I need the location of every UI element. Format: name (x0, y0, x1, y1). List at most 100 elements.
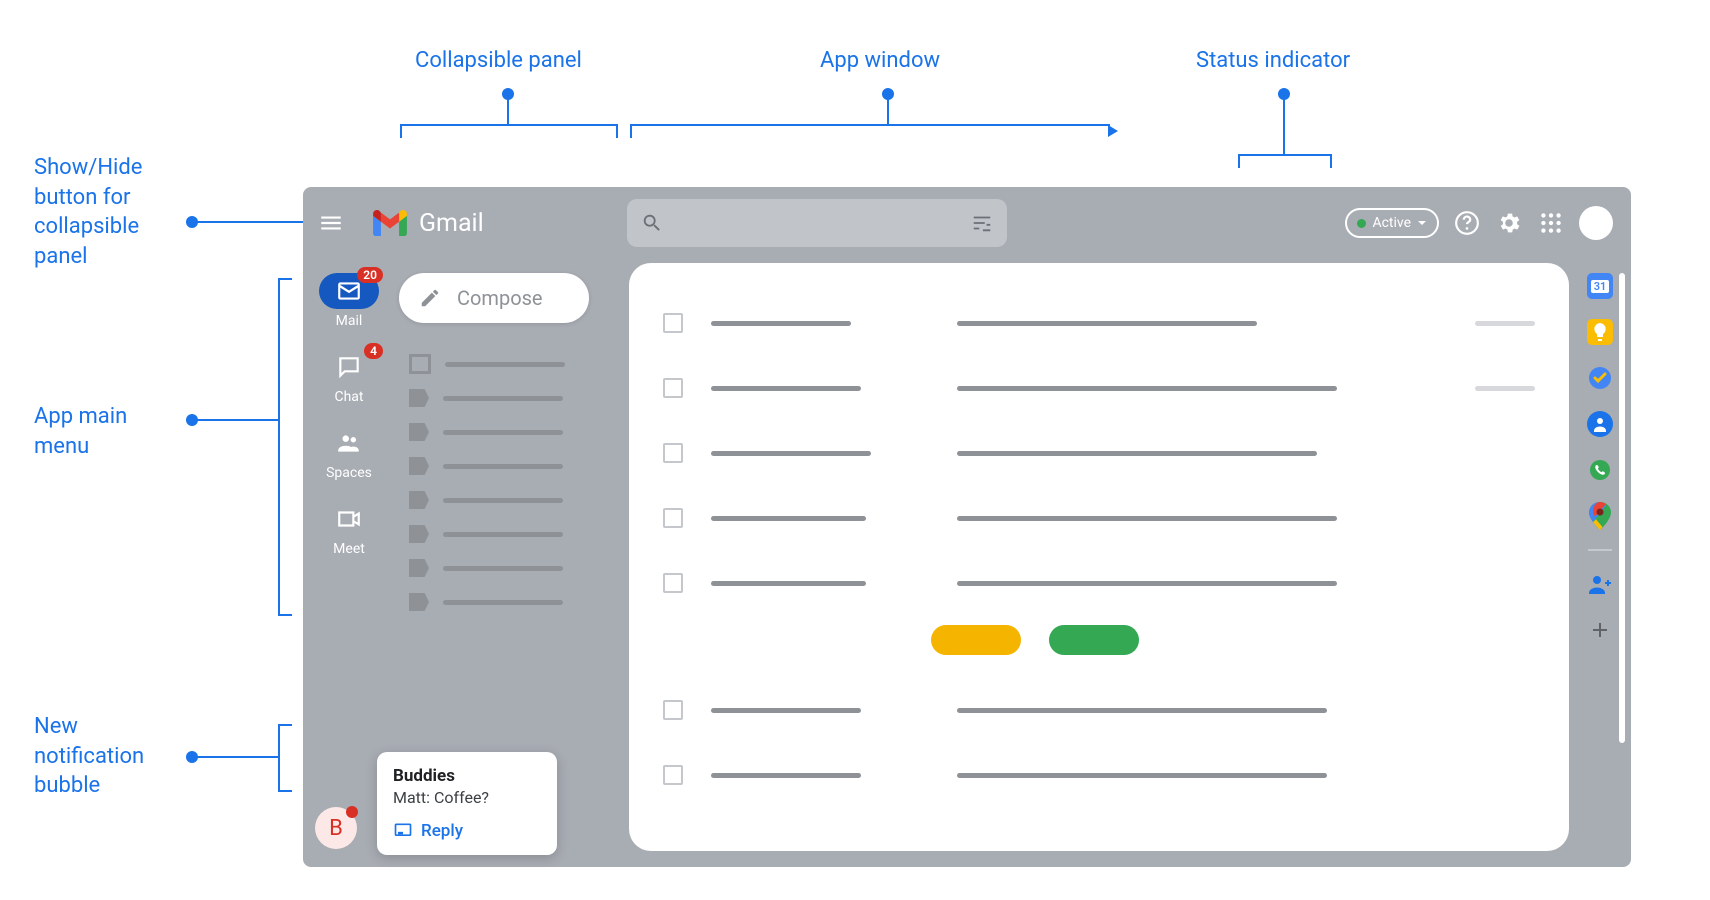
side-app-calendar[interactable]: 31 (1587, 273, 1613, 299)
checkbox[interactable] (663, 765, 683, 785)
checkbox[interactable] (663, 378, 683, 398)
side-app-keep[interactable] (1587, 319, 1613, 345)
app-header: Gmail Active (303, 187, 1631, 259)
folder-item[interactable] (399, 415, 617, 449)
callout-app-window: App window (820, 46, 940, 76)
menu-toggle-button[interactable] (303, 187, 359, 259)
side-app-add-person[interactable] (1587, 571, 1613, 597)
checkbox[interactable] (663, 443, 683, 463)
scrollbar[interactable] (1619, 273, 1625, 743)
side-app-tasks[interactable] (1587, 365, 1613, 391)
message-list (629, 263, 1569, 851)
settings-button[interactable] (1495, 209, 1523, 237)
label-icon (409, 525, 429, 543)
apps-grid-icon (1538, 210, 1564, 236)
chevron-down-icon (1417, 218, 1427, 228)
person-add-icon (1587, 574, 1613, 594)
keep-icon (1593, 323, 1607, 341)
gear-icon (1496, 210, 1522, 236)
mail-row[interactable] (663, 551, 1535, 678)
folder-item[interactable] (399, 585, 617, 619)
inbox-icon (409, 354, 431, 374)
nav-chat[interactable]: 4 Chat (319, 349, 379, 405)
status-dot-icon (1357, 219, 1366, 228)
notification-title: Buddies (393, 766, 541, 786)
side-app-maps[interactable] (1587, 503, 1613, 529)
tune-icon[interactable] (971, 212, 993, 234)
plus-icon (1590, 620, 1610, 640)
category-chip-yellow[interactable] (931, 625, 1021, 655)
label-icon (409, 423, 429, 441)
search-icon (641, 212, 663, 234)
apps-button[interactable] (1537, 209, 1565, 237)
side-app-voice[interactable] (1587, 457, 1613, 483)
person-icon (1592, 416, 1608, 432)
gmail-logo-icon (373, 210, 407, 236)
notification-dot-icon (346, 806, 358, 818)
callout-show-hide: Show/Hide button for collapsible panel (34, 153, 142, 272)
checkbox[interactable] (663, 508, 683, 528)
nav-spaces[interactable]: Spaces (319, 425, 379, 481)
folder-item[interactable] (399, 449, 617, 483)
label-icon (409, 389, 429, 407)
callout-notification-bubble: New notification bubble (34, 712, 144, 801)
nav-meet[interactable]: Meet (319, 501, 379, 557)
chat-badge: 4 (364, 343, 383, 359)
checkbox[interactable] (663, 313, 683, 333)
side-apps-rail: 31 (1569, 259, 1631, 867)
folder-item[interactable] (399, 483, 617, 517)
spaces-icon (336, 430, 362, 456)
divider (1588, 549, 1612, 551)
nav-chat-label: Chat (334, 389, 363, 405)
mail-row[interactable] (663, 291, 1535, 356)
notification-reply-button[interactable]: Reply (393, 821, 541, 841)
checkbox[interactable] (663, 573, 683, 593)
category-chip-green[interactable] (1049, 625, 1139, 655)
gmail-logo[interactable]: Gmail (373, 209, 603, 238)
mail-row[interactable] (663, 678, 1535, 743)
app-window: Gmail Active 20 (303, 187, 1631, 867)
notification-card: Buddies Matt: Coffee? Reply (377, 752, 557, 855)
status-label: Active (1372, 215, 1411, 231)
pencil-icon (419, 287, 441, 309)
app-main-menu: 20 Mail 4 Chat Spaces (303, 259, 395, 867)
mail-row[interactable] (663, 421, 1535, 486)
label-icon (409, 559, 429, 577)
compose-label: Compose (457, 286, 543, 310)
nav-mail-label: Mail (336, 313, 363, 329)
compose-button[interactable]: Compose (399, 273, 589, 323)
notification-message: Matt: Coffee? (393, 788, 541, 807)
phone-icon (1587, 457, 1613, 483)
side-app-contacts[interactable] (1587, 411, 1613, 437)
callout-collapsible-panel: Collapsible panel (415, 46, 582, 76)
help-icon (1454, 210, 1480, 236)
app-name: Gmail (419, 209, 484, 238)
chat-icon (336, 354, 362, 380)
checkbox[interactable] (663, 700, 683, 720)
folder-item[interactable] (399, 517, 617, 551)
tasks-icon (1587, 365, 1613, 391)
nav-meet-label: Meet (333, 541, 365, 557)
mail-row[interactable] (663, 743, 1535, 808)
folder-item[interactable] (399, 381, 617, 415)
label-icon (409, 491, 429, 509)
label-icon (409, 593, 429, 611)
help-button[interactable] (1453, 209, 1481, 237)
notification-bubble[interactable]: B Buddies Matt: Coffee? Reply (315, 807, 357, 849)
label-icon (409, 457, 429, 475)
notification-avatar: B (315, 807, 357, 849)
search-input[interactable] (627, 199, 1007, 247)
mail-badge: 20 (357, 267, 383, 283)
hamburger-icon (318, 210, 344, 236)
meet-icon (336, 506, 362, 532)
nav-mail[interactable]: 20 Mail (319, 273, 379, 329)
mail-row[interactable] (663, 356, 1535, 421)
account-avatar[interactable] (1579, 206, 1613, 240)
folder-item[interactable] (399, 551, 617, 585)
mail-row[interactable] (663, 486, 1535, 551)
side-app-add[interactable] (1587, 617, 1613, 643)
callout-status-indicator: Status indicator (1196, 46, 1350, 76)
folder-inbox[interactable] (399, 347, 617, 381)
status-indicator[interactable]: Active (1345, 208, 1439, 238)
nav-spaces-label: Spaces (326, 465, 372, 481)
